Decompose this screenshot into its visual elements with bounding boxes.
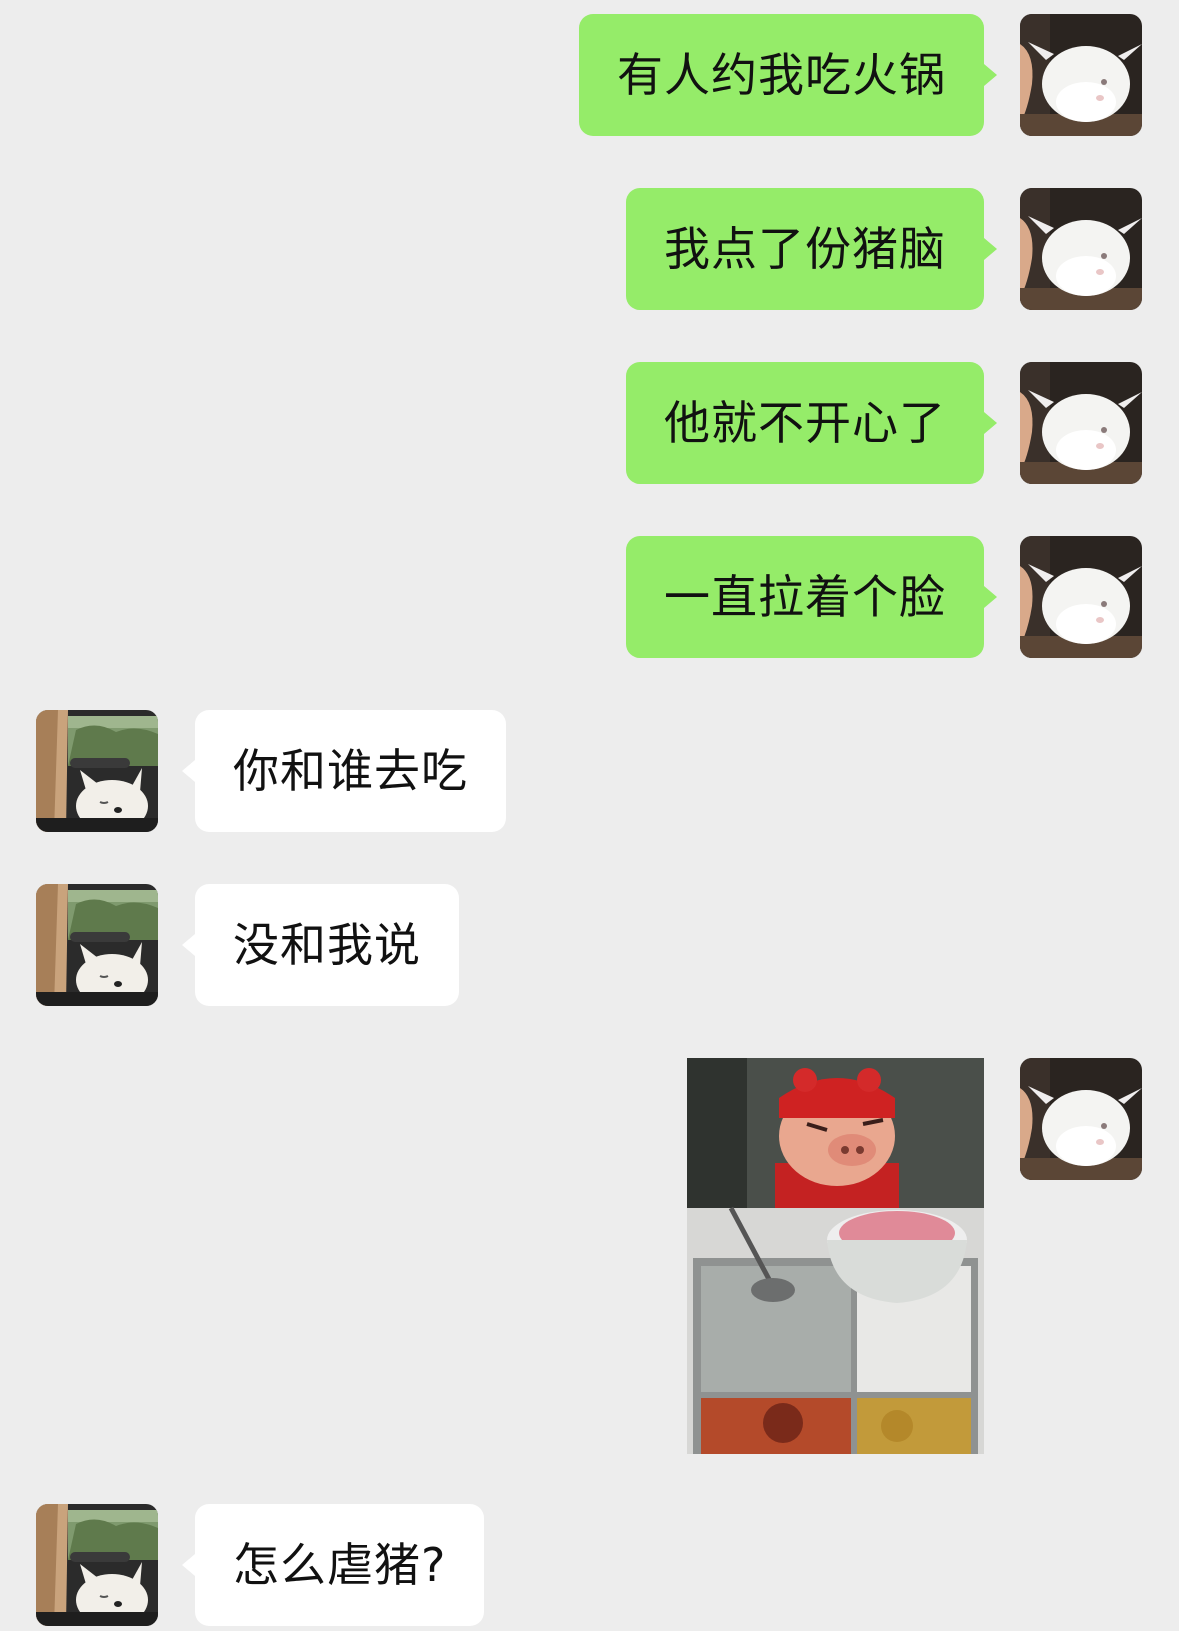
self-avatar[interactable] <box>1020 188 1142 310</box>
bubble-tail <box>182 934 195 956</box>
message-bubble[interactable]: 他就不开心了 <box>626 362 984 484</box>
bubble-tail <box>182 760 195 782</box>
message-bubble[interactable]: 没和我说 <box>195 884 459 1006</box>
message-bubble[interactable]: 怎么虐猪? <box>195 1504 485 1626</box>
self-avatar[interactable] <box>1020 1058 1142 1180</box>
message-row-outgoing: 一直拉着个脸 <box>0 536 1179 658</box>
message-bubble[interactable]: 有人约我吃火锅 <box>579 14 984 136</box>
self-avatar[interactable] <box>1020 14 1142 136</box>
chat-message-list[interactable]: 有人约我吃火锅 我点了份猪脑 他就不开心了 一直拉着个脸 你和谁去吃 没和我说 … <box>0 0 1179 1631</box>
message-row-outgoing: 他就不开心了 <box>0 362 1179 484</box>
self-avatar[interactable] <box>1020 362 1142 484</box>
message-bubble[interactable]: 一直拉着个脸 <box>626 536 984 658</box>
message-row-outgoing: 我点了份猪脑 <box>0 188 1179 310</box>
message-row-incoming: 怎么虐猪? <box>0 1504 1179 1626</box>
message-bubble[interactable]: 我点了份猪脑 <box>626 188 984 310</box>
contact-avatar[interactable] <box>36 710 158 832</box>
bubble-tail <box>984 412 997 434</box>
bubble-tail <box>984 238 997 260</box>
image-message-pig-hotpot[interactable] <box>687 1058 984 1454</box>
contact-avatar[interactable] <box>36 1504 158 1626</box>
bubble-tail <box>182 1554 195 1576</box>
message-row-outgoing: 有人约我吃火锅 <box>0 14 1179 136</box>
self-avatar[interactable] <box>1020 536 1142 658</box>
message-row-incoming: 你和谁去吃 <box>0 710 1179 832</box>
message-row-incoming: 没和我说 <box>0 884 1179 1006</box>
message-bubble[interactable]: 你和谁去吃 <box>195 710 506 832</box>
message-row-outgoing <box>0 1058 1179 1454</box>
bubble-tail <box>984 64 997 86</box>
contact-avatar[interactable] <box>36 884 158 1006</box>
bubble-tail <box>984 586 997 608</box>
pig-hotpot-photo <box>687 1058 984 1454</box>
